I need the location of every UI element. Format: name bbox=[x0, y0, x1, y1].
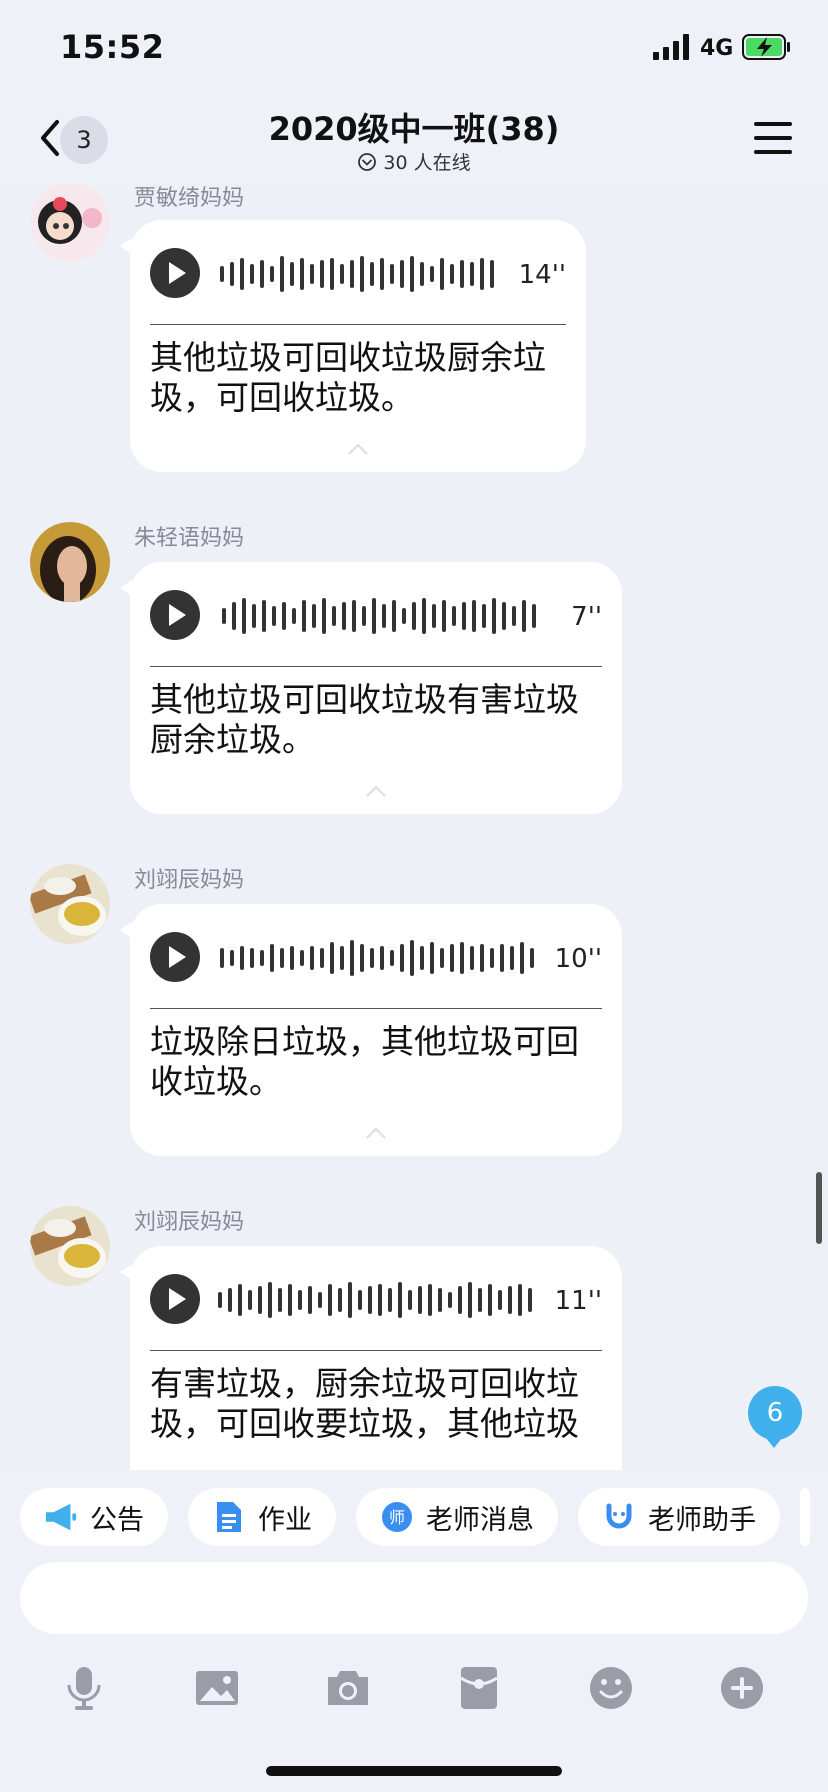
voice-player[interactable]: 11'' bbox=[150, 1274, 602, 1326]
chevron-up-icon[interactable] bbox=[365, 784, 387, 798]
voice-transcript: 其他垃圾可回收垃圾有害垃圾厨余垃圾。 bbox=[150, 680, 579, 759]
chevron-up-icon[interactable] bbox=[347, 442, 369, 456]
input-toolbar bbox=[0, 1654, 828, 1724]
avatar[interactable] bbox=[30, 522, 110, 602]
microphone-icon bbox=[67, 1667, 101, 1710]
red-packet-icon bbox=[460, 1667, 498, 1709]
online-status[interactable]: 30 人在线 bbox=[0, 148, 828, 175]
voice-button[interactable] bbox=[56, 1660, 112, 1716]
divider bbox=[150, 666, 602, 667]
quick-action-bar: 公告 作业 师 老师消息 老师助手 bbox=[20, 1488, 810, 1546]
red-packet-button[interactable] bbox=[451, 1660, 507, 1716]
chevron-down-circle-icon bbox=[358, 152, 377, 171]
voice-message-bubble[interactable]: 7'' 其他垃圾可回收垃圾有害垃圾厨余垃圾。 bbox=[120, 562, 622, 814]
emoji-icon bbox=[590, 1667, 632, 1709]
message-input[interactable] bbox=[20, 1562, 808, 1634]
waveform-icon bbox=[222, 598, 536, 634]
camera-icon bbox=[328, 1671, 368, 1705]
page-title: 2020级中一班(38) bbox=[268, 110, 560, 148]
play-icon[interactable] bbox=[150, 932, 200, 982]
image-icon bbox=[196, 1671, 238, 1705]
announcement-button[interactable]: 公告 bbox=[20, 1488, 168, 1546]
sender-name: 朱轻语妈妈 bbox=[134, 526, 245, 551]
teacher-message-button[interactable]: 师 老师消息 bbox=[356, 1488, 558, 1546]
voice-transcript: 垃圾除日垃圾，其他垃圾可回收垃圾。 bbox=[150, 1022, 579, 1101]
battery-charging-icon bbox=[742, 34, 790, 60]
avatar[interactable] bbox=[30, 1206, 110, 1286]
teacher-assistant-icon bbox=[602, 1500, 636, 1534]
svg-text:师: 师 bbox=[389, 1508, 405, 1527]
voice-transcript: 其他垃圾可回收垃圾厨余垃圾，可回收垃圾。 bbox=[150, 338, 546, 417]
new-message-badge[interactable]: 6 bbox=[748, 1386, 802, 1448]
divider bbox=[150, 324, 566, 325]
voice-duration: 11'' bbox=[554, 1286, 602, 1316]
play-icon[interactable] bbox=[150, 248, 200, 298]
chevron-up-icon[interactable] bbox=[365, 1126, 387, 1140]
scrollbar[interactable] bbox=[816, 1172, 822, 1244]
voice-transcript: 有害垃圾，厨余垃圾可回收垃圾，可回收要垃圾，其他垃圾 bbox=[150, 1364, 579, 1443]
document-icon bbox=[212, 1500, 246, 1534]
play-icon[interactable] bbox=[150, 1274, 200, 1324]
quick-action-label: 老师消息 bbox=[426, 1504, 534, 1536]
sender-name: 刘翊辰妈妈 bbox=[134, 1210, 245, 1235]
network-type: 4G bbox=[700, 36, 734, 61]
voice-duration: 7'' bbox=[571, 602, 602, 632]
sender-name: 刘翊辰妈妈 bbox=[134, 868, 245, 893]
voice-message-bubble[interactable]: 14'' 其他垃圾可回收垃圾厨余垃圾，可回收垃圾。 bbox=[120, 220, 586, 472]
waveform-icon bbox=[218, 1282, 532, 1318]
message-list[interactable]: 贾敏绮妈妈 14'' 其他垃圾可回收垃圾厨余垃圾，可回收垃圾。 朱轻语妈妈 7'… bbox=[0, 184, 828, 1470]
voice-player[interactable]: 14'' bbox=[150, 248, 566, 300]
status-bar: 15:52 4G bbox=[0, 0, 828, 92]
message-item: 贾敏绮妈妈 14'' 其他垃圾可回收垃圾厨余垃圾，可回收垃圾。 bbox=[0, 184, 828, 482]
more-button[interactable] bbox=[714, 1660, 770, 1716]
more-quick-action[interactable] bbox=[800, 1488, 810, 1546]
avatar[interactable] bbox=[30, 864, 110, 944]
waveform-icon bbox=[220, 256, 494, 292]
homework-button[interactable]: 作业 bbox=[188, 1488, 336, 1546]
cellular-signal-icon bbox=[653, 34, 691, 60]
sender-name: 贾敏绮妈妈 bbox=[134, 186, 245, 211]
megaphone-icon bbox=[44, 1500, 78, 1534]
voice-player[interactable]: 10'' bbox=[150, 932, 602, 984]
voice-player[interactable]: 7'' bbox=[150, 590, 602, 642]
teacher-assistant-button[interactable]: 老师助手 bbox=[578, 1488, 780, 1546]
chat-header: 3 2020级中一班(38) 30 人在线 bbox=[0, 92, 828, 184]
voice-message-bubble[interactable]: 11'' 有害垃圾，厨余垃圾可回收垃圾，可回收要垃圾，其他垃圾 bbox=[120, 1246, 622, 1470]
avatar[interactable] bbox=[30, 184, 110, 262]
image-button[interactable] bbox=[189, 1660, 245, 1716]
voice-message-bubble[interactable]: 10'' 垃圾除日垃圾，其他垃圾可回收垃圾。 bbox=[120, 904, 622, 1156]
online-count: 30 人在线 bbox=[383, 152, 471, 174]
message-item: 刘翊辰妈妈 10'' 垃圾除日垃圾，其他垃圾可回收垃圾。 bbox=[0, 864, 828, 1164]
camera-button[interactable] bbox=[320, 1660, 376, 1716]
emoji-button[interactable] bbox=[583, 1660, 639, 1716]
quick-action-label: 老师助手 bbox=[648, 1504, 756, 1536]
plus-icon bbox=[721, 1667, 763, 1709]
teacher-message-icon: 师 bbox=[380, 1500, 414, 1534]
quick-action-label: 公告 bbox=[90, 1504, 144, 1536]
status-time: 15:52 bbox=[60, 28, 165, 66]
voice-duration: 14'' bbox=[518, 260, 566, 290]
voice-duration: 10'' bbox=[554, 944, 602, 974]
divider bbox=[150, 1350, 602, 1351]
menu-button[interactable] bbox=[754, 120, 792, 156]
home-indicator[interactable] bbox=[266, 1766, 562, 1776]
divider bbox=[150, 1008, 602, 1009]
input-panel: 公告 作业 师 老师消息 老师助手 bbox=[0, 1470, 828, 1792]
waveform-icon bbox=[220, 940, 534, 976]
message-item: 刘翊辰妈妈 11'' 有害垃圾，厨余垃圾可回收垃圾，可回收要垃圾，其他垃圾 bbox=[0, 1206, 828, 1470]
message-item: 朱轻语妈妈 7'' 其他垃圾可回收垃圾有害垃圾厨余垃圾。 bbox=[0, 522, 828, 822]
quick-action-label: 作业 bbox=[258, 1504, 312, 1536]
play-icon[interactable] bbox=[150, 590, 200, 640]
